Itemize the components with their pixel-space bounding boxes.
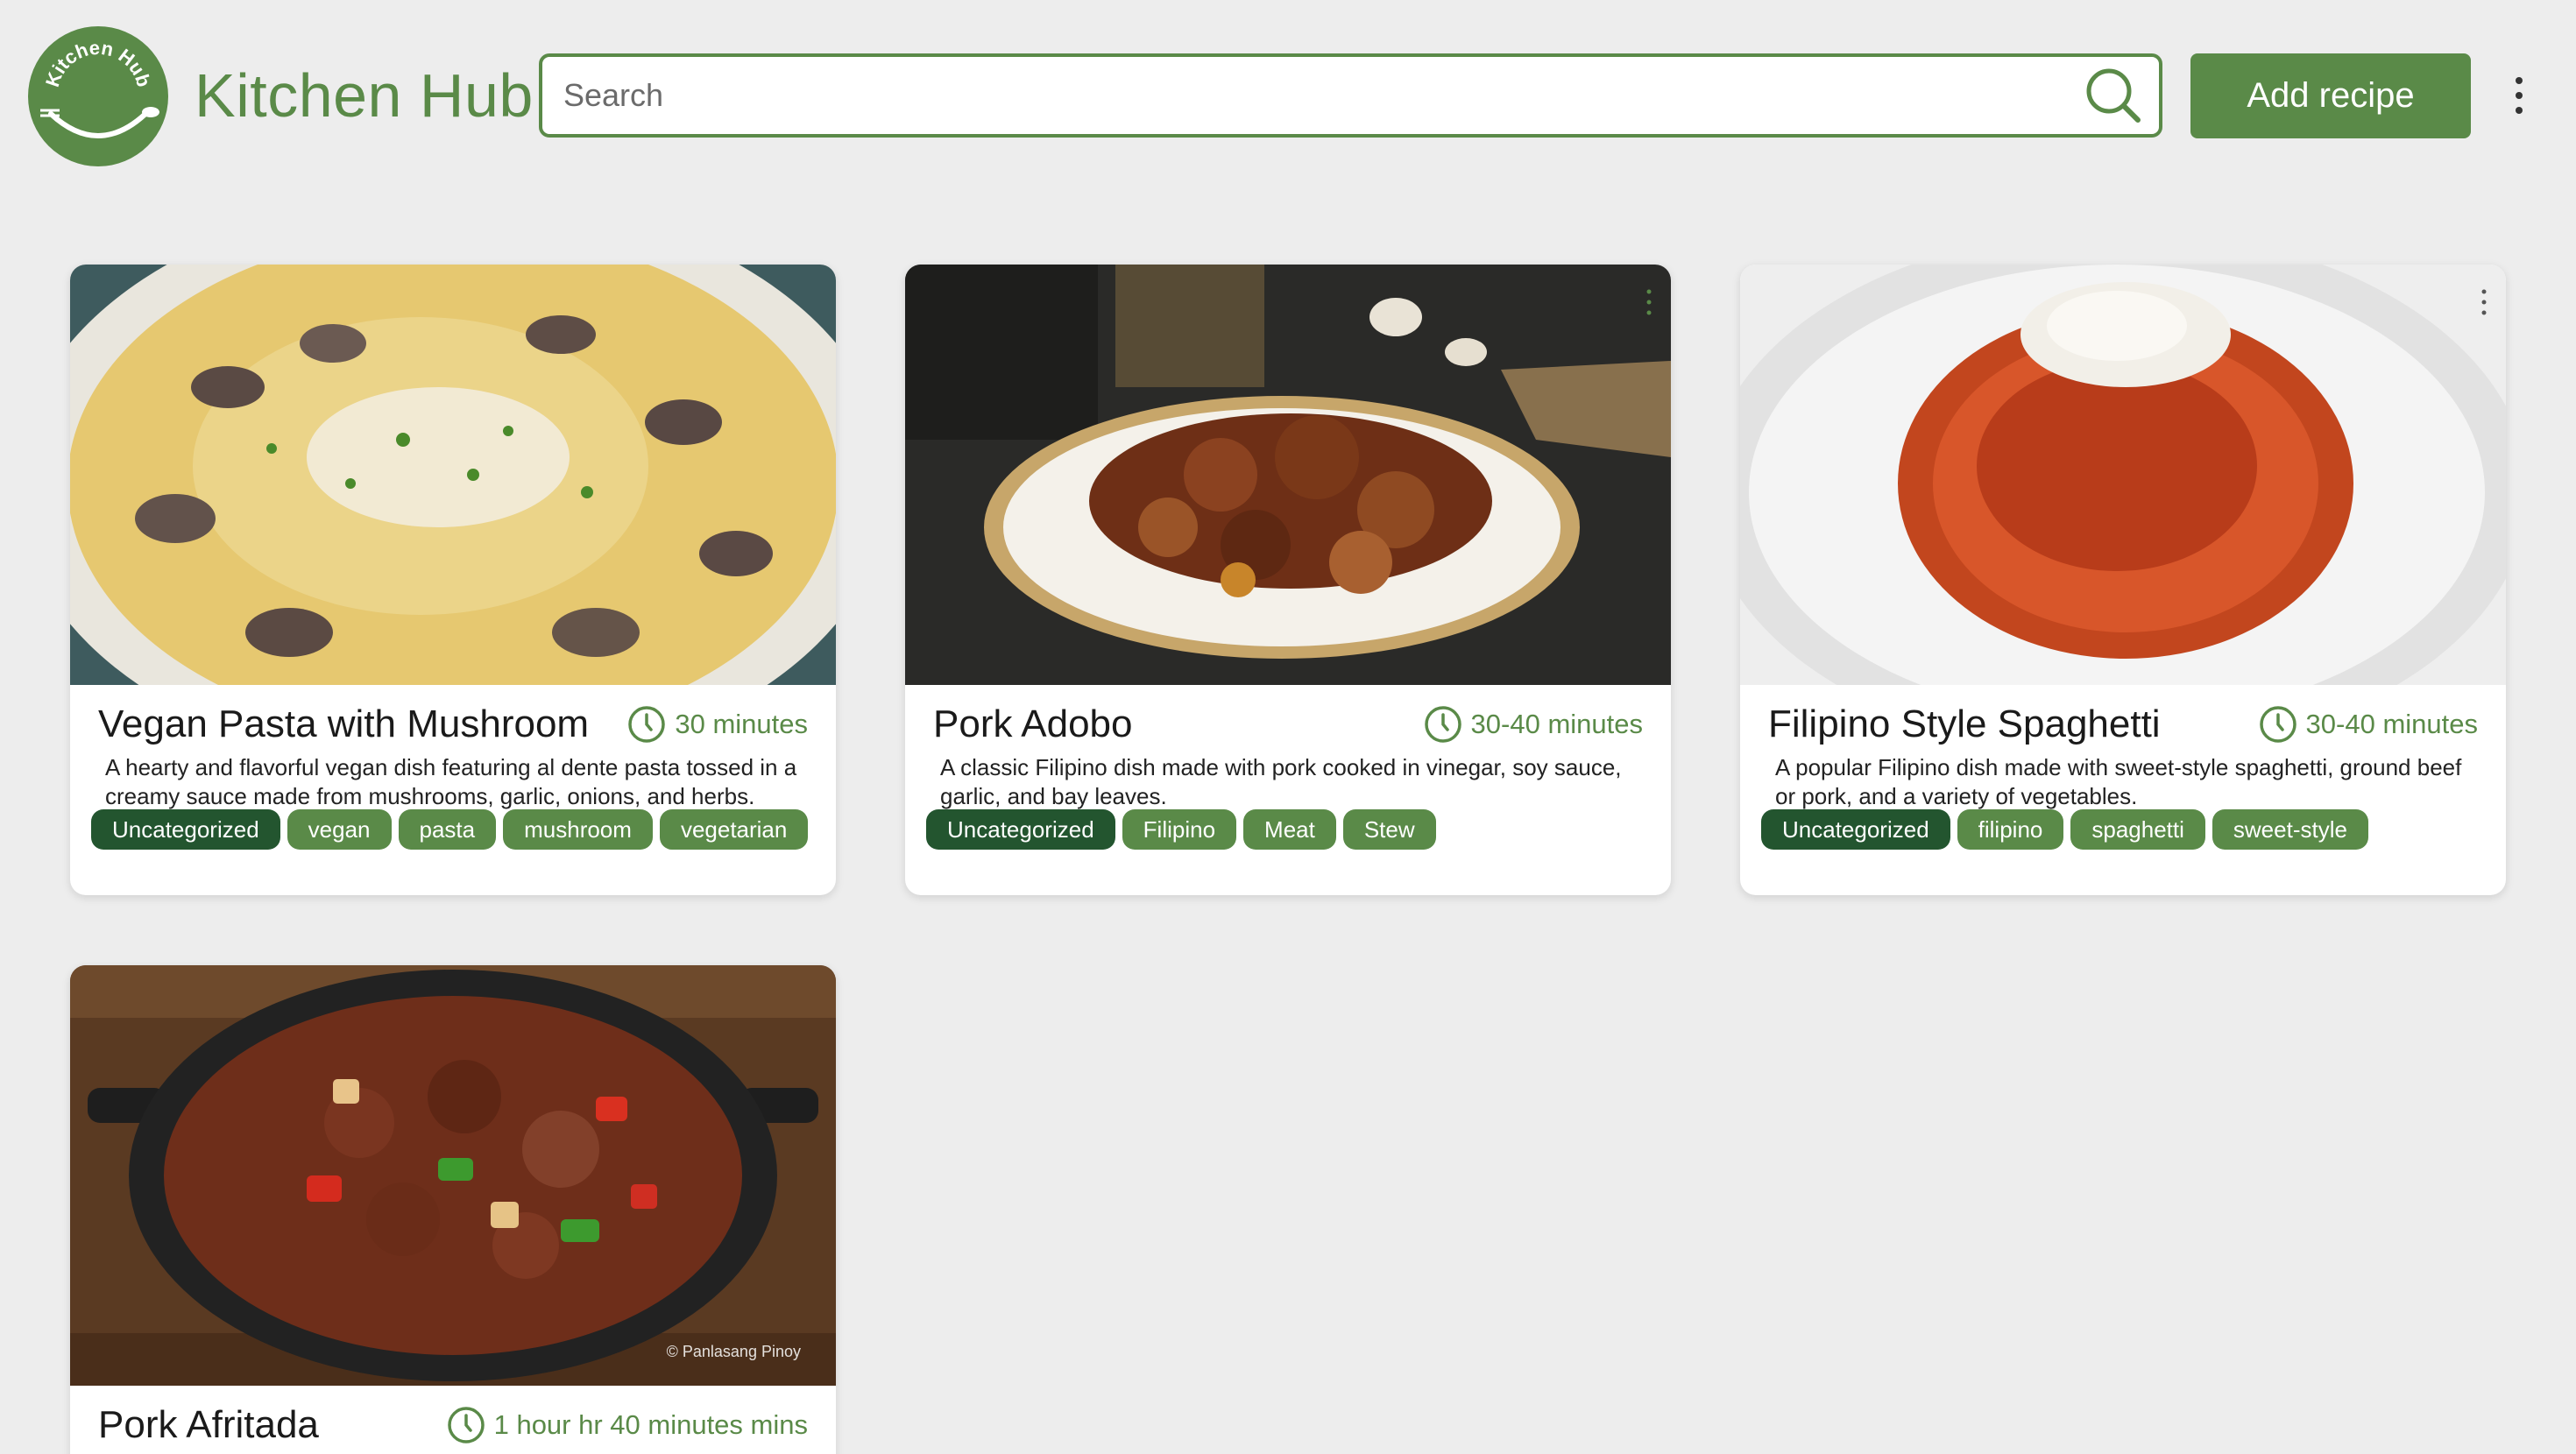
tag-meat[interactable]: Meat	[1243, 809, 1336, 850]
recipe-card[interactable]: Vegan Pasta with Mushroom 30 minutes A h…	[70, 265, 836, 895]
clock-icon	[1424, 706, 1461, 743]
svg-text:Kitchen Hub: Kitchen Hub	[41, 37, 155, 89]
tag-list: Uncategorized vegan pasta mushroom veget…	[91, 809, 809, 850]
recipe-description: A popular Filipino dish made with sweet-…	[1775, 754, 2462, 809]
recipe-image[interactable]	[1740, 265, 2506, 685]
recipe-image[interactable]: © Panlasang Pinoy	[70, 965, 836, 1386]
search-bar	[539, 53, 2162, 138]
clock-icon	[628, 706, 666, 743]
logo[interactable]: Kitchen Hub	[28, 26, 168, 166]
recipe-card[interactable]: Filipino Style Spaghetti 30-40 minutes A…	[1740, 265, 2506, 895]
card-more-icon[interactable]	[2478, 287, 2490, 317]
app-title: Kitchen Hub	[195, 61, 534, 130]
recipe-time: 30-40 minutes	[1424, 704, 1643, 745]
header: Kitchen Hub Kitchen Hub Add recipe	[0, 0, 2576, 193]
recipe-image[interactable]	[905, 265, 1671, 685]
tag-mushroom[interactable]: mushroom	[503, 809, 653, 850]
recipe-image[interactable]	[70, 265, 836, 685]
tag-filipino[interactable]: filipino	[1957, 809, 2064, 850]
tag-sweet-style[interactable]: sweet-style	[2212, 809, 2368, 850]
recipe-description: A classic Filipino dish made with pork c…	[940, 754, 1622, 809]
recipe-time-label: 30-40 minutes	[1470, 709, 1643, 739]
tag-stew[interactable]: Stew	[1342, 809, 1436, 850]
recipe-title[interactable]: Vegan Pasta with Mushroom	[98, 702, 589, 746]
recipe-time-label: 1 hour hr 40 minutes mins	[493, 1409, 808, 1440]
logo-graphic: Kitchen Hub	[40, 37, 159, 138]
card-more-icon[interactable]	[1643, 287, 1655, 317]
recipe-description: A hearty and flavorful vegan dish featur…	[105, 754, 797, 809]
more-vertical-icon[interactable]	[2506, 74, 2532, 117]
tag-uncategorized[interactable]: Uncategorized	[91, 809, 280, 850]
recipe-card[interactable]: © Panlasang Pinoy Pork Afritada 1 hour h…	[70, 965, 836, 1454]
tag-filipino[interactable]: Filipino	[1122, 809, 1237, 850]
recipe-card[interactable]: Pork Adobo 30-40 minutes A classic Filip…	[905, 265, 1671, 895]
spaghetti-image	[1740, 265, 2506, 685]
tag-pasta[interactable]: pasta	[398, 809, 497, 850]
tag-vegetarian[interactable]: vegetarian	[659, 809, 809, 850]
pasta-image	[70, 265, 836, 685]
recipe-time-label: 30-40 minutes	[2305, 709, 2478, 739]
recipe-time: 1 hour hr 40 minutes mins	[447, 1405, 808, 1445]
logo-text: Kitchen Hub	[41, 37, 155, 89]
page: Kitchen Hub Kitchen Hub Add recipe	[0, 0, 2576, 1454]
search-input[interactable]	[563, 73, 2053, 118]
tag-vegan[interactable]: vegan	[287, 809, 392, 850]
tag-list: Uncategorized Filipino Meat Stew	[926, 809, 1436, 850]
recipe-title[interactable]: Filipino Style Spaghetti	[1768, 702, 2161, 746]
tag-spaghetti[interactable]: spaghetti	[2070, 809, 2205, 850]
clock-icon	[2259, 706, 2296, 743]
tag-uncategorized[interactable]: Uncategorized	[926, 809, 1115, 850]
clock-icon	[447, 1407, 485, 1443]
tag-list: Uncategorized filipino spaghetti sweet-s…	[1761, 809, 2368, 850]
adobo-image	[905, 265, 1671, 685]
tag-uncategorized[interactable]: Uncategorized	[1761, 809, 1950, 850]
add-recipe-button[interactable]: Add recipe	[2190, 53, 2471, 138]
photo-credit: © Panlasang Pinoy	[666, 1343, 801, 1360]
search-icon[interactable]	[2082, 64, 2145, 127]
recipe-title[interactable]: Pork Adobo	[933, 702, 1133, 746]
recipe-time: 30 minutes	[627, 704, 808, 745]
recipe-time: 30-40 minutes	[2259, 704, 2478, 745]
afritada-image	[70, 965, 836, 1386]
recipe-title[interactable]: Pork Afritada	[98, 1403, 319, 1447]
recipe-time-label: 30 minutes	[675, 709, 808, 739]
